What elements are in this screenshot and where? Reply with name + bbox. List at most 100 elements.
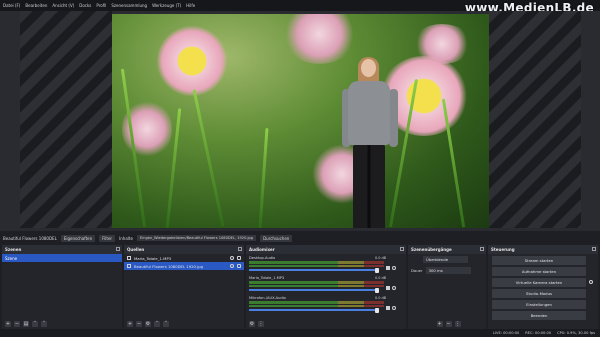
menu-view[interactable]: Ansicht (V) <box>52 3 74 8</box>
lock-icon[interactable] <box>237 264 241 268</box>
flower-image <box>282 14 357 64</box>
filters-button[interactable]: Filter <box>99 234 116 242</box>
menu-help[interactable]: Hilfe <box>186 3 195 8</box>
channel-db: 0.0 dB <box>375 276 386 280</box>
filter-icon[interactable]: ▤ <box>23 321 29 327</box>
preview-canvas[interactable] <box>112 14 489 228</box>
cpu-fps: CPU: 0.9%, 30.00 fps <box>557 331 595 335</box>
mixer-footer: ⚙ ⋮ <box>246 319 406 329</box>
file-label: Inhalte <box>119 235 133 241</box>
image-source-icon <box>127 264 131 268</box>
visibility-icon[interactable] <box>230 264 234 268</box>
speaker-icon[interactable] <box>386 266 390 270</box>
gear-icon[interactable] <box>392 306 396 310</box>
menu-profile[interactable]: Profil <box>96 3 106 8</box>
transition-duration-row: Dauer 300 ms <box>408 265 486 276</box>
volume-slider[interactable] <box>249 307 379 313</box>
controls-dock-header: Steuerung <box>488 245 598 254</box>
menu-file[interactable]: Datei (F) <box>3 3 20 8</box>
gear-icon[interactable]: ⚙ <box>145 321 151 327</box>
sources-dock-title: Quellen <box>127 247 145 252</box>
speaker-icon[interactable] <box>386 306 390 310</box>
transitions-footer: + − ⋮ <box>408 319 486 329</box>
add-icon[interactable]: + <box>5 321 11 327</box>
level-meter <box>249 281 384 284</box>
sources-footer: + − ⚙ ˄ ˅ <box>124 319 244 329</box>
mixer-dock-title: Audiomixer <box>249 247 275 252</box>
volume-slider[interactable] <box>249 267 379 273</box>
studio-mode-button[interactable]: Studio-Modus <box>492 289 586 298</box>
properties-button[interactable]: Eigenschaften <box>60 234 96 242</box>
start-virtual-camera-button[interactable]: Virtuelle Kamera starten <box>492 278 593 287</box>
undock-icon[interactable] <box>592 247 596 251</box>
scene-list-item[interactable]: Szene <box>2 254 122 262</box>
exit-button[interactable]: Beenden <box>492 311 586 320</box>
presenter-video <box>340 57 400 228</box>
volume-slider[interactable] <box>249 287 379 293</box>
source-name: Beautiful Flowers 1080DEL 1920.jpg <box>134 263 204 269</box>
grass-blade <box>258 128 269 228</box>
gear-icon[interactable] <box>589 280 593 284</box>
move-up-icon[interactable]: ˄ <box>32 321 38 327</box>
gear-icon[interactable] <box>392 286 396 290</box>
browse-button[interactable]: Durchsuchen <box>260 234 293 242</box>
mixer-channel: Desktop-Audio 0.0 dB <box>246 254 406 274</box>
speaker-icon[interactable] <box>386 286 390 290</box>
visibility-icon[interactable] <box>230 256 234 260</box>
undock-icon[interactable] <box>480 247 484 251</box>
rec-timer: REC: 00:00:00 <box>525 331 552 335</box>
move-down-icon[interactable]: ˅ <box>41 321 47 327</box>
mixer-channel: Mikrofon-/AUX-Audio 0.0 dB <box>246 294 406 314</box>
remove-icon[interactable]: − <box>136 321 142 327</box>
lock-icon[interactable] <box>237 256 241 260</box>
file-path-field[interactable]: Eingen_Wiedergabelisten/Beautiful Flower… <box>136 235 257 241</box>
channel-db: 0.0 dB <box>375 256 386 260</box>
menu-scene-collection[interactable]: Szenensammlung <box>111 3 147 8</box>
menu-docks[interactable]: Docks <box>79 3 91 8</box>
level-meter <box>249 301 384 304</box>
controls-dock: Steuerung Stream starten Aufnahme starte… <box>488 245 598 329</box>
start-recording-button[interactable]: Aufnahme starten <box>492 267 586 276</box>
transition-type-row: Überblende <box>408 254 486 265</box>
add-icon[interactable]: + <box>127 321 133 327</box>
undock-icon[interactable] <box>116 247 120 251</box>
move-up-icon[interactable]: ˄ <box>154 321 160 327</box>
undock-icon[interactable] <box>400 247 404 251</box>
mixer-dock-header: Audiomixer <box>246 245 406 254</box>
flower-image <box>157 26 227 96</box>
channel-db: 0.0 dB <box>375 296 386 300</box>
status-bar: LIVE: 00:00:00 REC: 00:00:00 CPU: 0.9%, … <box>0 329 600 337</box>
gear-icon[interactable] <box>392 266 396 270</box>
preview-background-left <box>20 11 112 228</box>
menu-tools[interactable]: Werkzeuge (T) <box>152 3 181 8</box>
selected-source-label: Beautiful Flowers 1080DEL <box>3 235 57 241</box>
preview-area[interactable] <box>0 11 600 231</box>
media-source-icon <box>127 256 131 260</box>
menu-icon[interactable]: ⋮ <box>258 321 264 327</box>
source-name: Maria_Totale_1.MP3 <box>134 255 172 261</box>
mixer-channel: Maria_Totale_1.MP3 0.0 dB <box>246 274 406 294</box>
sources-dock: Quellen Maria_Totale_1.MP3 Beautiful Flo… <box>124 245 244 329</box>
audio-mixer-dock: Audiomixer Desktop-Audio 0.0 dB Maria_To… <box>246 245 406 329</box>
source-list-item[interactable]: Beautiful Flowers 1080DEL 1920.jpg <box>124 262 244 270</box>
level-meter <box>249 261 384 264</box>
duration-input[interactable]: 300 ms <box>425 267 471 274</box>
transition-type-select[interactable]: Überblende <box>423 256 468 263</box>
menu-icon[interactable]: ⋮ <box>454 321 461 327</box>
preview-background-right <box>489 11 581 228</box>
menu-edit[interactable]: Bearbeiten <box>25 3 47 8</box>
scenes-dock: Szenen Szene + − ▤ ˄ ˅ <box>2 245 122 329</box>
undock-icon[interactable] <box>238 247 242 251</box>
gear-icon[interactable]: ⚙ <box>249 321 255 327</box>
live-timer: LIVE: 00:00:00 <box>492 331 520 335</box>
add-icon[interactable]: + <box>436 321 443 327</box>
transitions-dock-header: Szenenübergänge <box>408 245 486 254</box>
remove-icon[interactable]: − <box>445 321 452 327</box>
source-list-item[interactable]: Maria_Totale_1.MP3 <box>124 254 244 262</box>
level-meter <box>249 305 384 307</box>
remove-icon[interactable]: − <box>14 321 20 327</box>
move-down-icon[interactable]: ˅ <box>163 321 169 327</box>
sources-dock-header: Quellen <box>124 245 244 254</box>
start-stream-button[interactable]: Stream starten <box>492 256 586 265</box>
settings-button[interactable]: Einstellungen <box>492 300 586 309</box>
